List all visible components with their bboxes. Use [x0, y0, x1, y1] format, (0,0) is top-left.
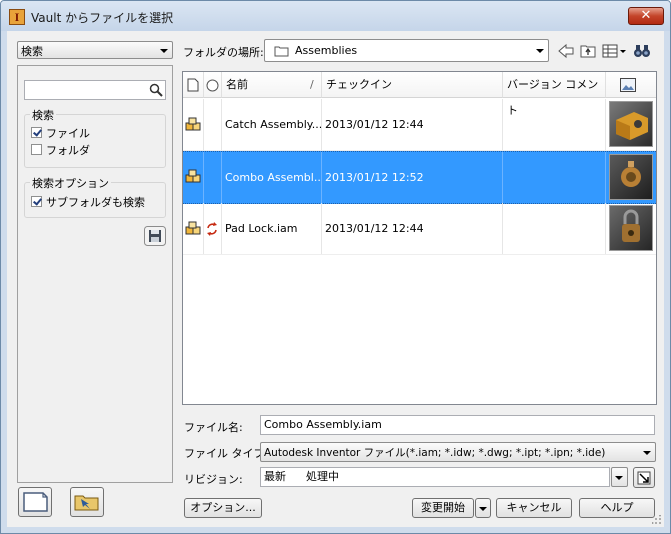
- chevron-down-icon: [160, 49, 168, 53]
- close-button[interactable]: ✕: [628, 7, 664, 25]
- row-status-cell: [204, 152, 222, 203]
- table-row[interactable]: Pad Lock.iam 2013/01/12 12:44: [183, 203, 656, 255]
- revision-value: 最新: [264, 470, 286, 483]
- revision-status: 処理中: [306, 470, 339, 483]
- row-checkin: 2013/01/12 12:44: [322, 99, 503, 150]
- open-options-dropdown[interactable]: [475, 498, 491, 518]
- subfolder-checkbox-label: サブフォルダも検索: [46, 196, 145, 209]
- search-mode-combo[interactable]: 検索: [17, 41, 173, 59]
- col-header-status[interactable]: [204, 72, 222, 98]
- title-bar[interactable]: I Vault からファイルを選択 ✕: [1, 1, 670, 31]
- file-list[interactable]: 名前 / チェックイン バージョン コメント Catch Assembly...…: [182, 71, 657, 405]
- workspace-nav-button[interactable]: [70, 487, 104, 517]
- image-icon: [620, 78, 636, 92]
- combo-part-preview-icon: [621, 161, 641, 187]
- location-combo[interactable]: Assemblies: [264, 39, 549, 62]
- page-icon: [187, 78, 199, 92]
- search-mode-value: 検索: [21, 45, 43, 58]
- resize-grip-icon[interactable]: [652, 515, 662, 525]
- assembly-icon: [185, 169, 201, 183]
- row-name: Combo Assembl...: [222, 152, 322, 203]
- assembly-icon: [185, 117, 201, 131]
- up-folder-icon[interactable]: [579, 42, 597, 60]
- refresh-icon: [207, 222, 217, 236]
- file-checkbox[interactable]: [31, 127, 42, 138]
- folder-icon: [274, 46, 289, 57]
- chevron-down-icon: [615, 476, 623, 480]
- location-label: フォルダの場所:: [183, 46, 264, 59]
- col-header-checkin[interactable]: チェックイン: [322, 72, 503, 98]
- search-group: 検索 ファイル フォルダ: [24, 107, 166, 168]
- revision-combo[interactable]: 最新 処理中: [260, 467, 610, 487]
- vault-nav-button[interactable]: [18, 487, 52, 517]
- row-status-cell: [204, 99, 222, 150]
- blank-page-icon: [23, 492, 48, 512]
- row-comment: [503, 203, 606, 254]
- options-button[interactable]: オプション...: [184, 498, 262, 518]
- row-status-cell: [204, 203, 222, 254]
- binoculars-icon[interactable]: [633, 42, 651, 60]
- help-button[interactable]: ヘルプ: [579, 498, 655, 518]
- table-row[interactable]: Combo Assembl... 2013/01/12 12:52: [183, 151, 656, 204]
- filetype-label: ファイル タイプ:: [184, 447, 269, 460]
- col-header-thumbnail[interactable]: [606, 72, 656, 98]
- assembly-icon: [185, 221, 201, 235]
- search-input[interactable]: [24, 80, 166, 100]
- view-menu-icon[interactable]: [601, 42, 627, 60]
- col-header-type[interactable]: [183, 72, 204, 98]
- search-panel: 検索 ファイル フォルダ 検索オプション サブフォルダも検索: [17, 65, 173, 483]
- row-checkin: 2013/01/12 12:52: [322, 152, 503, 203]
- col-header-name-label: 名前: [226, 78, 248, 91]
- dialog-client: 検索 検索 ファイル フォルダ 検索オプション サブフォルダも検索 フォルダの場…: [7, 31, 664, 527]
- subfolder-checkbox[interactable]: [31, 196, 42, 207]
- col-header-name[interactable]: 名前 /: [222, 72, 322, 98]
- circle-icon: [206, 79, 219, 92]
- table-row[interactable]: Catch Assembly... 2013/01/12 12:44: [183, 99, 656, 151]
- row-checkin: 2013/01/12 12:44: [322, 203, 503, 254]
- thumbnail-image: [609, 205, 653, 251]
- revision-browse-button[interactable]: [633, 467, 655, 488]
- chevron-down-icon: [536, 49, 544, 53]
- thumbnail-image: [609, 154, 653, 200]
- search-group-title: 検索: [30, 107, 56, 123]
- search-options-group: 検索オプション サブフォルダも検索: [24, 175, 166, 218]
- location-value: Assemblies: [295, 44, 358, 57]
- folder-arrow-icon: [74, 495, 99, 511]
- dialog-window: I Vault からファイルを選択 ✕ 検索 検索 ファイル フォルダ 検索オプ…: [0, 0, 671, 534]
- col-header-checkin-label: チェックイン: [326, 78, 392, 91]
- folder-checkbox[interactable]: [31, 144, 42, 155]
- row-comment: [503, 99, 606, 150]
- row-type-cell: [183, 152, 204, 203]
- row-type-cell: [183, 203, 204, 254]
- revision-dropdown-button[interactable]: [611, 467, 628, 487]
- app-icon: I: [9, 9, 25, 25]
- search-icon[interactable]: [149, 83, 163, 97]
- file-checkbox-label: ファイル: [46, 127, 90, 140]
- back-icon[interactable]: [557, 42, 575, 60]
- row-name: Catch Assembly...: [222, 99, 322, 150]
- folder-checkbox-label: フォルダ: [46, 144, 90, 157]
- window-title: Vault からファイルを選択: [31, 11, 174, 25]
- row-type-cell: [183, 99, 204, 150]
- filename-label: ファイル名:: [184, 421, 243, 434]
- save-search-icon[interactable]: [144, 226, 166, 246]
- row-name: Pad Lock.iam: [222, 203, 322, 254]
- filename-field[interactable]: Combo Assembly.iam: [260, 415, 655, 435]
- open-change-button[interactable]: 変更開始: [412, 498, 474, 518]
- thumbnail-image: [609, 101, 653, 147]
- filetype-combo[interactable]: Autodesk Inventor ファイル(*.iam; *.idw; *.d…: [260, 442, 656, 462]
- chevron-down-icon: [479, 507, 487, 511]
- cancel-button[interactable]: キャンセル: [496, 498, 572, 518]
- sort-indicator: /: [310, 78, 314, 91]
- row-comment: [503, 152, 606, 203]
- col-header-version-comment[interactable]: バージョン コメント: [503, 72, 606, 117]
- search-options-title: 検索オプション: [30, 175, 111, 191]
- padlock-preview-icon: [622, 209, 640, 242]
- filetype-value: Autodesk Inventor ファイル(*.iam; *.idw; *.d…: [264, 447, 606, 459]
- revision-label: リビジョン:: [184, 473, 243, 486]
- catch-part-preview-icon: [616, 112, 648, 140]
- browse-arrow-icon: [637, 471, 651, 485]
- chevron-down-icon: [643, 451, 651, 455]
